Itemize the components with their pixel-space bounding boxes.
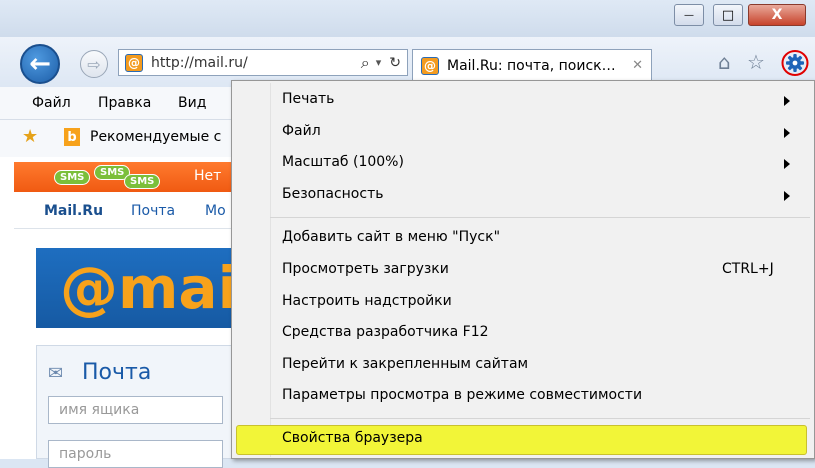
close-button[interactable]: X [748,4,806,26]
shortcut-ctrl-j: CTRL+J [722,261,774,277]
mailbox-name-input[interactable]: имя ящика [48,396,223,424]
nav-link-mail[interactable]: Почта [131,203,175,219]
close-icon: X [771,7,783,23]
sms-badge: SMS [124,174,161,189]
nav-link-my[interactable]: Мо [205,203,226,219]
menu-file[interactable]: Файл [32,95,71,111]
gear-icon [781,50,809,76]
menu-view[interactable]: Вид [178,95,206,111]
forward-arrow-icon: ⇨ [87,54,101,74]
tab-title: Mail.Ru: почта, поиск… [447,57,616,74]
favorites-star-icon[interactable]: ☆ [747,50,765,74]
menu-separator [270,418,810,419]
home-icon[interactable]: ⌂ [718,50,731,74]
address-text[interactable]: http://mail.ru/ [151,55,248,71]
submenu-arrow-icon [784,159,790,169]
submenu-arrow-icon [784,128,790,138]
forward-button[interactable]: ⇨ [80,50,108,78]
tab-favicon-icon: @ [421,56,439,75]
submenu-arrow-icon [784,96,790,106]
submenu-arrow-icon [784,191,790,201]
promo-banner[interactable]: SMS SMS SMS Нет [14,162,234,192]
menu-gutter-divider [270,83,271,457]
address-dropdown-icon[interactable]: ▾ [376,56,382,69]
menu-separator [270,217,810,218]
envelope-icon: ✉ [48,363,64,384]
suggested-sites-link[interactable]: Рекомендуемые с [90,129,221,145]
password-input[interactable]: пароль [48,440,223,468]
menu-item-internet-options[interactable]: Свойства браузера [282,430,423,446]
back-arrow-icon: ← [29,49,51,79]
mailru-logo[interactable]: @mai [36,248,236,328]
menu-item-pinned-sites[interactable]: Перейти к закрепленным сайтам [282,356,528,372]
back-button[interactable]: ← [20,44,60,84]
minimize-button[interactable]: — [674,4,704,26]
maximize-button[interactable]: □ [713,4,743,26]
menu-item-zoom[interactable]: Масштаб (100%) [282,154,404,170]
address-bar[interactable]: @ http://mail.ru/ ⌕ ▾ ↻ [118,49,408,76]
menu-item-compatibility-view[interactable]: Параметры просмотра в режиме совместимос… [282,387,642,403]
mail-title: Почта [82,360,152,385]
menu-item-developer-tools[interactable]: Средства разработчика F12 [282,324,489,340]
sms-badge: SMS [54,170,91,185]
search-icon[interactable]: ⌕ [361,53,370,73]
site-favicon-icon: @ [125,53,143,72]
nav-link-mailru[interactable]: Mail.Ru [44,203,103,219]
favorites-add-icon[interactable]: ★ [22,126,38,147]
menu-edit[interactable]: Правка [98,95,151,111]
tab-close-icon[interactable]: ✕ [632,58,643,73]
divider [14,228,234,229]
bing-icon: b [64,128,80,146]
tools-gear-button[interactable] [781,49,809,77]
menu-item-security[interactable]: Безопасность [282,186,383,202]
refresh-icon[interactable]: ↻ [389,55,401,71]
menu-item-file[interactable]: Файл [282,123,321,139]
menu-item-manage-addons[interactable]: Настроить надстройки [282,293,452,309]
tab-mailru[interactable]: @ Mail.Ru: почта, поиск… ✕ [412,49,652,81]
maximize-icon: □ [721,7,735,23]
banner-text: Нет [194,168,222,184]
minimize-icon: — [684,9,694,21]
menu-item-print[interactable]: Печать [282,91,334,107]
menu-item-view-downloads[interactable]: Просмотреть загрузки [282,261,449,277]
menu-item-add-to-start[interactable]: Добавить сайт в меню "Пуск" [282,229,500,245]
